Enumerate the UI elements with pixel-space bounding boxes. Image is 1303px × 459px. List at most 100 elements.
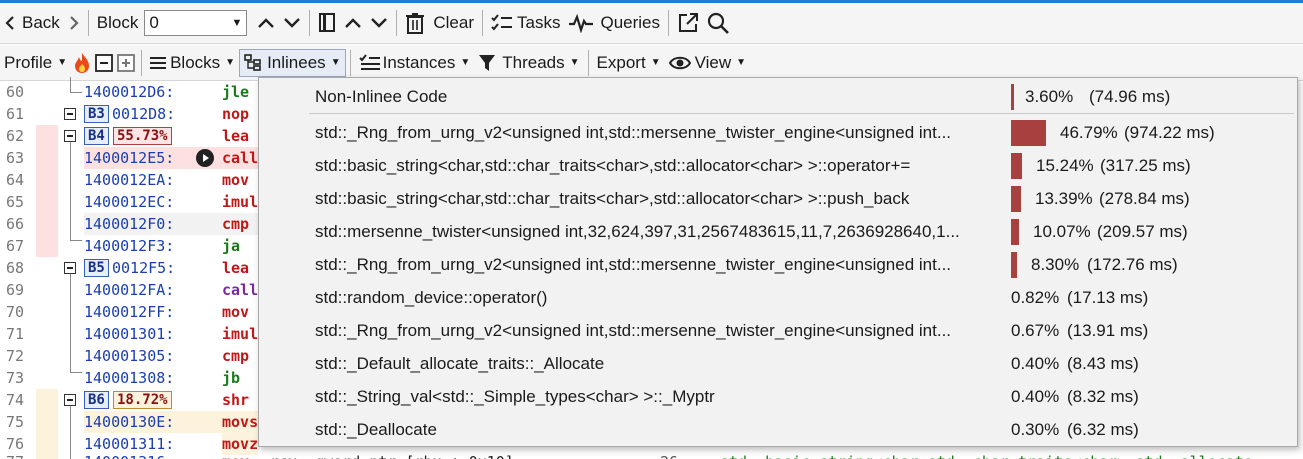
inlinee-row[interactable]: std::_Rng_from_urng_v2<unsigned int,std:… bbox=[259, 248, 1297, 281]
threads-menu[interactable]: Threads ▼ bbox=[474, 49, 583, 77]
address: 140001305: bbox=[84, 347, 175, 365]
block-down-button[interactable] bbox=[279, 8, 305, 38]
inlinee-row[interactable]: std::random_device::operator() 0.82% (17.1… bbox=[259, 281, 1297, 314]
inlinee-percent: 0.30% bbox=[1011, 419, 1060, 439]
search-button[interactable] bbox=[703, 8, 733, 38]
caret-down-icon: ▼ bbox=[650, 57, 661, 68]
inlinee-row[interactable]: std::_Deallocate 0.30% (6.32 ms) bbox=[259, 413, 1297, 446]
block-badge[interactable]: B4 bbox=[84, 127, 109, 145]
inlinee-percent: 0.40% bbox=[1011, 386, 1060, 406]
mnemonic: mov bbox=[222, 303, 250, 321]
mnemonic: lea bbox=[222, 127, 250, 145]
queries-label: Queries bbox=[600, 13, 660, 32]
profile-label: Profile bbox=[4, 52, 53, 72]
collapse-all-button[interactable] bbox=[93, 49, 115, 77]
address: 1400012EC: bbox=[84, 193, 175, 211]
flame-button[interactable] bbox=[71, 49, 93, 77]
inlinee-row[interactable]: std::_Rng_from_urng_v2<unsigned int,std:… bbox=[259, 116, 1297, 149]
back-button[interactable]: Back bbox=[0, 8, 64, 38]
eye-icon bbox=[668, 56, 691, 69]
caret-down-icon: ▼ bbox=[225, 57, 236, 68]
bookmark-up-button[interactable] bbox=[340, 8, 366, 38]
queries-button[interactable]: Queries bbox=[564, 8, 664, 38]
caret-down-icon: ▼ bbox=[57, 57, 68, 68]
inlinee-time: (6.32 ms) bbox=[1067, 419, 1139, 439]
address: 14000130E: bbox=[84, 413, 175, 431]
inlinee-row[interactable]: Non-Inlinee Code 3.60% (74.96 ms) bbox=[259, 80, 1297, 113]
inlinee-row[interactable]: std::_Default_allocate_traits::_Allocate… bbox=[259, 347, 1297, 380]
view-label: View bbox=[694, 52, 732, 72]
address: 140001308: bbox=[84, 369, 175, 387]
inlinee-row[interactable]: std::basic_string<char,std::char_traits<… bbox=[259, 182, 1297, 215]
chevron-down-icon bbox=[371, 18, 388, 28]
address: 1400012F0: bbox=[84, 215, 175, 233]
caret-down-icon: ▼ bbox=[736, 57, 747, 68]
play-icon[interactable] bbox=[196, 149, 214, 167]
line-count: 26 bbox=[660, 451, 678, 459]
profile-menu[interactable]: Profile ▼ bbox=[0, 49, 71, 77]
inlinee-row[interactable]: std::_Rng_from_urng_v2<unsigned int,std:… bbox=[259, 314, 1297, 347]
tasks-label: Tasks bbox=[517, 13, 561, 32]
inlinee-percent: 10.07% bbox=[1033, 221, 1091, 241]
block-badge[interactable]: B5 bbox=[84, 259, 109, 277]
operands: rcx, qword ptr [rbx + 0x10] bbox=[270, 451, 514, 459]
bookmark-button[interactable] bbox=[314, 8, 340, 38]
collapse-icon[interactable] bbox=[64, 394, 76, 406]
export-label: Export bbox=[596, 52, 646, 72]
threads-label: Threads bbox=[502, 52, 565, 72]
address: 1400012EA: bbox=[84, 171, 175, 189]
line-number: 62 bbox=[6, 127, 25, 145]
mnemonic: imul bbox=[222, 193, 259, 211]
mnemonic: cmp bbox=[222, 215, 250, 233]
export-menu[interactable]: Export ▼ bbox=[593, 49, 665, 77]
inlinee-time: (74.96 ms) bbox=[1089, 86, 1171, 106]
separator bbox=[668, 10, 669, 36]
tasks-button[interactable]: Tasks bbox=[487, 8, 564, 38]
expand-all-button[interactable] bbox=[115, 49, 137, 77]
inlinee-row[interactable]: std::mersenne_twister<unsigned int,32,62… bbox=[259, 215, 1297, 248]
inlinee-percent: 8.30% bbox=[1031, 254, 1080, 274]
caret-down-icon: ▼ bbox=[569, 57, 580, 68]
inlinee-bar bbox=[1011, 252, 1017, 278]
inlinee-name: std::_Deallocate bbox=[315, 419, 437, 439]
inlinee-bar bbox=[1011, 219, 1019, 245]
inlinee-bar bbox=[1011, 84, 1014, 110]
inlinees-menu[interactable]: Inlinees ▼ bbox=[239, 48, 346, 77]
line-number: 68 bbox=[6, 259, 25, 277]
view-menu[interactable]: View ▼ bbox=[665, 49, 750, 77]
block-badge[interactable]: B3 bbox=[84, 105, 109, 123]
inlinees-label: Inlinees bbox=[267, 52, 326, 72]
address: 140001316: bbox=[84, 451, 174, 459]
bookmark-down-button[interactable] bbox=[366, 8, 392, 38]
separator bbox=[141, 49, 143, 76]
block-label: Block bbox=[96, 13, 139, 32]
collapse-icon[interactable] bbox=[64, 108, 76, 120]
block-select-value: 0 bbox=[149, 13, 159, 32]
mnemonic: call bbox=[222, 281, 259, 299]
open-external-button[interactable] bbox=[673, 8, 703, 38]
chevron-down-icon: ▼ bbox=[231, 17, 243, 29]
inlinee-percent: 0.40% bbox=[1011, 353, 1060, 373]
listing-row[interactable]: 77 140001316: mov rcx, qword ptr [rbx + … bbox=[0, 451, 1303, 459]
clear-button[interactable]: Clear bbox=[401, 8, 478, 38]
inlinee-row[interactable]: std::_String_val<std::_Simple_types<char… bbox=[259, 380, 1297, 413]
address: 1400012D6: bbox=[84, 83, 175, 101]
blocks-menu[interactable]: Blocks ▼ bbox=[146, 49, 239, 77]
forward-button[interactable] bbox=[64, 8, 84, 38]
inlinee-time: (974.22 ms) bbox=[1124, 122, 1215, 142]
line-number: 73 bbox=[6, 369, 25, 387]
block-select[interactable]: 0 ▼ bbox=[144, 10, 248, 36]
block-up-button[interactable] bbox=[253, 8, 279, 38]
collapse-icon[interactable] bbox=[64, 130, 76, 142]
mnemonic: jle bbox=[222, 83, 250, 101]
source-text: std::basic_string<char,std::char_traits<… bbox=[720, 451, 1253, 459]
inlinee-bar bbox=[1011, 120, 1046, 146]
blocks-label: Blocks bbox=[170, 52, 221, 72]
list-icon bbox=[150, 56, 167, 69]
inlinee-bar bbox=[1011, 153, 1022, 179]
block-badge[interactable]: B6 bbox=[84, 391, 109, 409]
collapse-icon[interactable] bbox=[64, 262, 76, 274]
instances-menu[interactable]: Instances ▼ bbox=[355, 49, 475, 77]
inlinee-name: std::_Default_allocate_traits::_Allocate bbox=[315, 353, 605, 373]
inlinee-row[interactable]: std::basic_string<char,std::char_traits<… bbox=[259, 149, 1297, 182]
